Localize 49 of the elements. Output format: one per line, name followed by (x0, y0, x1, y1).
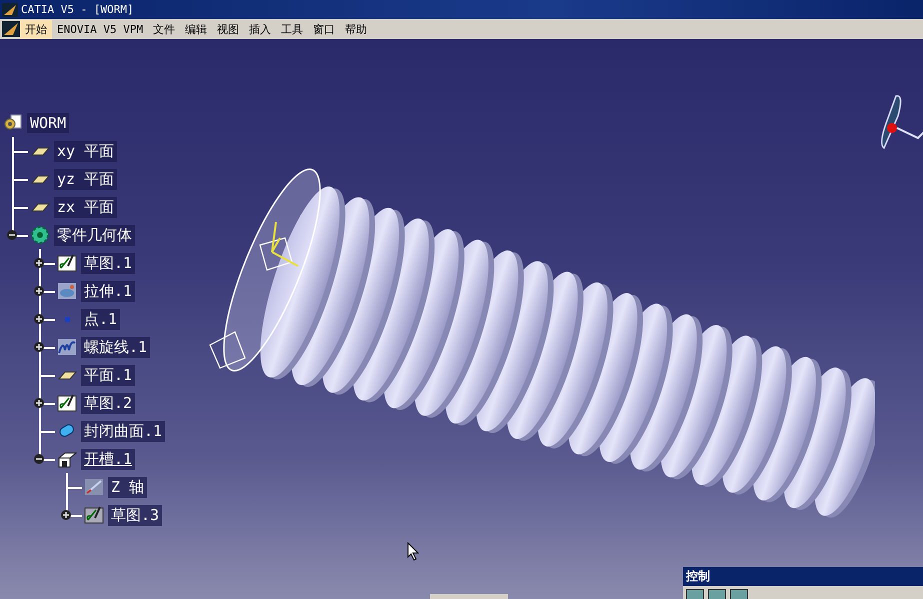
tree-item[interactable]: xy 平面 (54, 140, 118, 162)
point-icon (64, 316, 70, 322)
expand-icon[interactable] (34, 258, 44, 268)
app-logo-icon (2, 2, 18, 16)
tree-item[interactable]: 草图.1 (81, 252, 136, 274)
expand-icon[interactable] (34, 342, 44, 352)
menu-item[interactable]: ENOVIA V5 VPM (52, 20, 148, 38)
tree-item[interactable]: 草图.3 (108, 504, 162, 526)
tree-item[interactable]: 开槽.1 (81, 448, 136, 470)
collapse-icon[interactable] (7, 230, 17, 240)
collapse-icon[interactable] (34, 454, 44, 464)
app-logo-icon (2, 21, 20, 37)
menu-item[interactable]: 插入 (244, 20, 276, 38)
scroll-handle[interactable] (430, 594, 508, 599)
tree-item[interactable]: 封闭曲面.1 (81, 420, 166, 442)
expand-icon[interactable] (34, 314, 44, 324)
tree-item[interactable]: 拉伸.1 (81, 280, 136, 302)
extrude-icon (57, 282, 77, 300)
menu-item[interactable]: 视图 (212, 20, 244, 38)
cursor-icon (407, 542, 419, 561)
window-title: CATIA V5 - [WORM] (21, 3, 134, 16)
tree-item[interactable]: 草图.2 (81, 392, 136, 414)
expand-icon[interactable] (61, 510, 71, 520)
menu-item[interactable]: 帮助 (340, 20, 372, 38)
tree-item[interactable]: 点.1 (81, 308, 120, 330)
compass-drawing (880, 94, 923, 150)
menu-item[interactable]: 文件 (148, 20, 180, 38)
tree-item[interactable]: zx 平面 (54, 196, 118, 218)
sketch-icon (57, 254, 77, 272)
menu-item[interactable]: 窗口 (308, 20, 340, 38)
groove-icon (57, 450, 77, 468)
panel-title: 控制 (683, 567, 923, 586)
tree-item[interactable]: yz 平面 (54, 168, 118, 190)
tree-item[interactable]: WORM (27, 113, 70, 133)
tree-item[interactable]: 零件几何体 (54, 224, 135, 246)
sketch-icon (84, 506, 104, 524)
tree-item[interactable]: 螺旋线.1 (81, 336, 150, 358)
menu-item[interactable]: 编辑 (180, 20, 212, 38)
expand-icon[interactable] (34, 398, 44, 408)
axis-icon (84, 478, 104, 496)
tree-item[interactable]: Z 轴 (108, 476, 148, 498)
gear-document-icon (3, 114, 23, 132)
menu-item[interactable]: 开始 (20, 20, 52, 38)
helix-icon (57, 338, 77, 356)
menu-item[interactable]: 工具 (276, 20, 308, 38)
expand-icon[interactable] (34, 286, 44, 296)
sketch-icon (57, 394, 77, 412)
gear-icon (30, 226, 50, 244)
tree-item[interactable]: 平面.1 (81, 364, 136, 386)
